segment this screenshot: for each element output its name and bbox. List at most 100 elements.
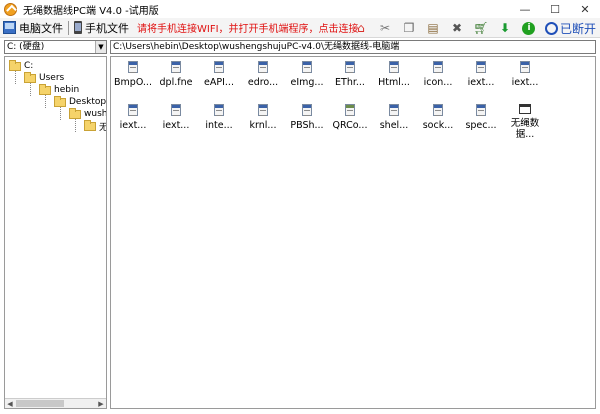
delete-icon[interactable]: ✖ xyxy=(447,19,467,37)
close-button[interactable]: ✕ xyxy=(570,0,600,18)
tree-item-desktop[interactable]: Desktop xyxy=(54,95,106,108)
tree-item-wushen[interactable]: wushen xyxy=(69,107,107,120)
computer-icon xyxy=(3,21,16,34)
tab-pc-files[interactable]: 电脑文件 xyxy=(0,18,66,38)
file-item[interactable]: BmpO... xyxy=(111,59,155,88)
folder-open-icon xyxy=(84,119,96,131)
toolbar-divider xyxy=(68,20,69,35)
file-icon xyxy=(433,104,443,116)
disconnect-button[interactable]: 已断开 xyxy=(544,20,596,37)
tree-item-label: wushen xyxy=(84,109,107,119)
file-name: QRCo... xyxy=(332,120,368,131)
scroll-right-icon[interactable]: ▶ xyxy=(96,399,106,408)
file-item[interactable]: iext... xyxy=(459,59,503,88)
chevron-down-icon[interactable]: ▼ xyxy=(95,41,106,53)
tab-phone-files[interactable]: 手机文件 xyxy=(71,18,132,38)
file-icon xyxy=(171,61,181,73)
file-item[interactable]: iext... xyxy=(503,59,547,88)
file-item[interactable]: sock... xyxy=(416,102,460,131)
app-window-icon xyxy=(519,104,531,114)
tab-phone-files-label: 手机文件 xyxy=(85,21,129,35)
tree-connector xyxy=(30,82,31,96)
scroll-left-icon[interactable]: ◀ xyxy=(5,399,15,408)
file-name: eAPI... xyxy=(204,77,234,88)
file-item[interactable]: icon... xyxy=(416,59,460,88)
drive-select[interactable]: C: (硬盘) ▼ xyxy=(4,40,107,54)
file-icon xyxy=(302,104,312,116)
file-item[interactable]: dpl.fne xyxy=(154,59,198,88)
copy-icon[interactable]: ❐ xyxy=(399,19,419,37)
file-icon xyxy=(214,104,224,116)
file-item[interactable]: iext... xyxy=(111,102,155,131)
cart-icon[interactable]: 🛒︎ xyxy=(471,19,491,37)
maximize-button[interactable]: ☐ xyxy=(540,0,570,18)
folder-icon xyxy=(24,71,36,83)
file-item[interactable]: EThr... xyxy=(328,59,372,88)
file-icon xyxy=(345,61,355,73)
file-name: shel... xyxy=(379,120,409,131)
disconnect-status: 已断开 xyxy=(559,21,596,36)
download-icon[interactable]: ⬇ xyxy=(495,19,515,37)
connection-notice: 请将手机连接WIFI，并打开手机端程序，点击连接 xyxy=(137,24,359,35)
info-icon: i xyxy=(522,21,536,35)
file-item[interactable]: QRCo... xyxy=(328,102,372,131)
file-list[interactable]: BmpO... dpl.fne eAPI... edro... eImg... … xyxy=(110,56,596,409)
file-item[interactable]: spec... xyxy=(459,102,503,131)
file-item[interactable]: Html... xyxy=(372,59,416,88)
title-bar: 无绳数据线PC端 V4.0 -试用版 — ☐ ✕ xyxy=(0,0,600,18)
folder-icon xyxy=(54,95,66,107)
home-icon[interactable]: ⌂ xyxy=(351,19,371,37)
tree-connector xyxy=(60,106,61,120)
tree-connector xyxy=(45,94,46,108)
file-name: icon... xyxy=(423,77,453,88)
file-item[interactable]: edro... xyxy=(241,59,285,88)
file-item[interactable]: inte... xyxy=(197,102,241,131)
file-item[interactable]: shel... xyxy=(372,102,416,131)
file-icon xyxy=(476,61,486,73)
file-item[interactable]: iext... xyxy=(154,102,198,131)
file-name: iext... xyxy=(162,120,190,131)
minimize-button[interactable]: — xyxy=(510,0,540,18)
file-name: spec... xyxy=(465,120,497,131)
window-controls: — ☐ ✕ xyxy=(510,0,600,18)
cut-icon[interactable]: ✂ xyxy=(375,19,395,37)
tree-item-current-folder[interactable]: 无纟 xyxy=(84,119,106,133)
file-item[interactable]: eAPI... xyxy=(197,59,241,88)
path-field[interactable]: C:\Users\hebin\Desktop\wushengshujuPC-v4… xyxy=(110,40,596,54)
tree-item-hebin[interactable]: hebin xyxy=(39,83,80,96)
file-name: iext... xyxy=(511,77,539,88)
paste-icon[interactable]: ▤ xyxy=(423,19,443,37)
file-item[interactable]: 无绳数 据... xyxy=(503,102,547,140)
tree-connector xyxy=(15,70,16,84)
file-item[interactable]: PBSh... xyxy=(285,102,329,131)
tree-item-c-drive[interactable]: C: xyxy=(9,59,33,72)
file-name: sock... xyxy=(422,120,454,131)
file-icon xyxy=(258,61,268,73)
file-icon xyxy=(258,104,268,116)
file-name: EThr... xyxy=(335,77,365,88)
scrollbar-thumb[interactable] xyxy=(16,400,64,407)
app-logo-icon xyxy=(4,2,17,16)
folder-icon xyxy=(9,59,21,71)
folder-icon xyxy=(69,107,81,119)
horizontal-scrollbar[interactable]: ◀ ▶ xyxy=(5,398,106,408)
file-name: dpl.fne xyxy=(159,77,193,88)
info-button[interactable]: i xyxy=(519,19,539,37)
file-name: iext... xyxy=(119,120,147,131)
file-item[interactable]: krnl... xyxy=(241,102,285,131)
file-name: BmpO... xyxy=(114,77,152,88)
tree-item-label: hebin xyxy=(54,85,80,95)
file-item[interactable]: eImg... xyxy=(285,59,329,88)
file-icon xyxy=(128,104,138,116)
file-name: Html... xyxy=(378,77,410,88)
tree-item-label: 无纟 xyxy=(99,120,106,133)
file-name: inte... xyxy=(205,120,233,131)
folder-tree[interactable]: C: Users hebin Desktop wushen 无纟 ◀ ▶ xyxy=(4,56,107,409)
file-name: PBSh... xyxy=(290,120,324,131)
tree-item-users[interactable]: Users xyxy=(24,71,64,84)
file-icon xyxy=(302,61,312,73)
file-icon xyxy=(389,104,399,116)
tab-pc-files-label: 电脑文件 xyxy=(19,21,63,35)
window-title: 无绳数据线PC端 V4.0 -试用版 xyxy=(23,5,159,17)
file-icon xyxy=(171,104,181,116)
